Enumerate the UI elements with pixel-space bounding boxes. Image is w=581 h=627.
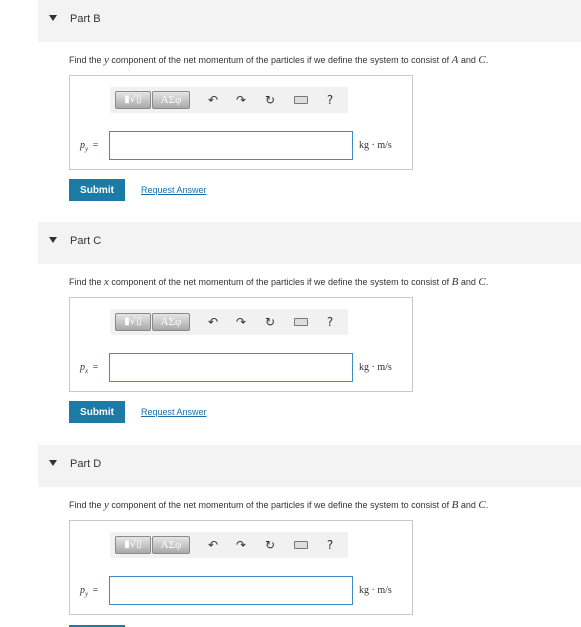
reset-icon[interactable]: ↻ <box>262 92 278 108</box>
templates-button[interactable]: ▮√▯ <box>115 313 151 331</box>
help-icon[interactable]: ? <box>322 537 338 553</box>
part-title: Part D <box>70 458 102 470</box>
greek-symbols-button[interactable]: ΑΣφ <box>152 91 190 109</box>
undo-icon[interactable]: ↶ <box>205 92 221 108</box>
variable-label: px = <box>80 362 99 375</box>
answer-input[interactable] <box>109 353 353 382</box>
redo-icon[interactable]: ↷ <box>233 314 249 330</box>
templates-button[interactable]: ▮√▯ <box>115 536 151 554</box>
question-text: Find the x component of the net momentum… <box>69 276 489 288</box>
reset-icon[interactable]: ↻ <box>262 537 278 553</box>
request-answer-link[interactable]: Request Answer <box>141 407 207 417</box>
question-text: Find the y component of the net momentum… <box>69 499 489 511</box>
math-toolbar: ▮√▯ ΑΣφ ↶ ↷ ↻ ? <box>110 87 348 113</box>
keyboard-icon[interactable] <box>294 541 308 549</box>
part-title: Part C <box>70 235 102 247</box>
greek-symbols-button[interactable]: ΑΣφ <box>152 536 190 554</box>
units-label: kg · m/s <box>359 585 392 596</box>
help-icon[interactable]: ? <box>322 314 338 330</box>
undo-icon[interactable]: ↶ <box>205 314 221 330</box>
variable-label: py = <box>80 140 99 153</box>
redo-icon[interactable]: ↷ <box>233 92 249 108</box>
part-b-header[interactable] <box>38 0 581 42</box>
submit-button[interactable]: Submit <box>69 179 125 201</box>
submit-button[interactable]: Submit <box>69 401 125 423</box>
math-toolbar: ▮√▯ ΑΣφ ↶ ↷ ↻ ? <box>110 309 348 335</box>
redo-icon[interactable]: ↷ <box>233 537 249 553</box>
undo-icon[interactable]: ↶ <box>205 537 221 553</box>
keyboard-icon[interactable] <box>294 96 308 104</box>
answer-input[interactable] <box>109 576 353 605</box>
units-label: kg · m/s <box>359 362 392 373</box>
answer-box: ▮√▯ ΑΣφ ↶ ↷ ↻ ? px = kg · m/s <box>69 297 413 392</box>
answer-box: ▮√▯ ΑΣφ ↶ ↷ ↻ ? py = kg · m/s <box>69 75 413 170</box>
variable-label: py = <box>80 585 99 598</box>
question-text: Find the y component of the net momentum… <box>69 54 489 66</box>
part-c-header[interactable] <box>38 222 581 264</box>
collapse-caret-icon[interactable] <box>49 460 57 466</box>
units-label: kg · m/s <box>359 140 392 151</box>
answer-input[interactable] <box>109 131 353 160</box>
keyboard-icon[interactable] <box>294 318 308 326</box>
request-answer-link[interactable]: Request Answer <box>141 185 207 195</box>
reset-icon[interactable]: ↻ <box>262 314 278 330</box>
part-d-header[interactable] <box>38 445 581 487</box>
part-title: Part B <box>70 13 101 25</box>
help-icon[interactable]: ? <box>322 92 338 108</box>
collapse-caret-icon[interactable] <box>49 15 57 21</box>
templates-button[interactable]: ▮√▯ <box>115 91 151 109</box>
greek-symbols-button[interactable]: ΑΣφ <box>152 313 190 331</box>
math-toolbar: ▮√▯ ΑΣφ ↶ ↷ ↻ ? <box>110 532 348 558</box>
answer-box: ▮√▯ ΑΣφ ↶ ↷ ↻ ? py = kg · m/s <box>69 520 413 615</box>
collapse-caret-icon[interactable] <box>49 237 57 243</box>
